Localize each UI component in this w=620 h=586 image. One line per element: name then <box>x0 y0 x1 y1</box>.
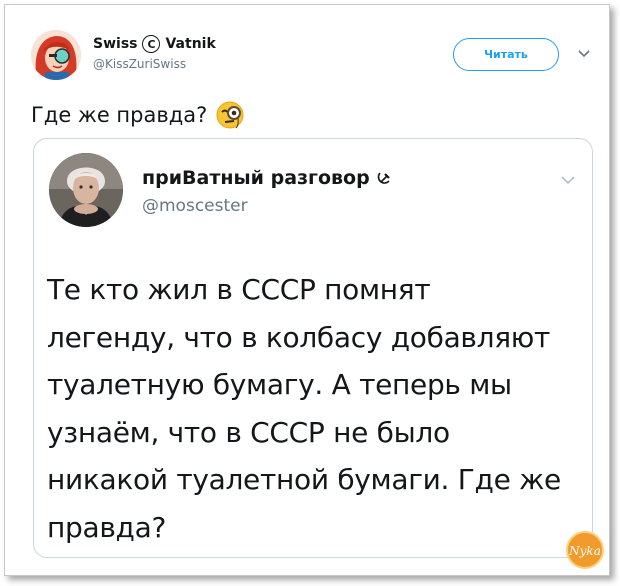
face-with-monocle-icon <box>216 101 244 129</box>
user-avatar[interactable] <box>31 30 81 80</box>
display-name[interactable]: Swiss C Vatnik <box>93 35 216 53</box>
text-line: никакой туалетной бумаги. Где же <box>47 463 561 496</box>
tweet-text: Где же правда? <box>31 100 245 130</box>
text-line: туалетную бумагу. А теперь мы <box>47 368 512 401</box>
quoted-user-avatar[interactable] <box>49 153 123 227</box>
quoted-user-handle[interactable]: @moscester <box>142 196 248 216</box>
copyright-icon-letter: C <box>147 37 156 51</box>
copyright-icon: C <box>142 35 161 53</box>
follow-button[interactable]: Читать <box>453 38 559 71</box>
text-line: правда? <box>47 510 167 544</box>
quoted-display-name-text: приВатный разговор <box>142 167 370 189</box>
svg-text:Nyka: Nyka <box>568 544 601 558</box>
text-line: Те кто жил в СССР помнят <box>47 273 431 306</box>
tweet-text-content: Где же правда? <box>31 103 208 127</box>
display-name-right: Vatnik <box>165 36 216 52</box>
quoted-tweet-text: Те кто жил в СССР помнят легенду, что в … <box>47 266 577 551</box>
avatar-illustration <box>31 30 81 80</box>
quoted-display-name[interactable]: приВатный разговор <box>142 167 392 189</box>
watermark-logo: Nyka <box>566 531 604 569</box>
text-line: легенду, что в колбасу добавляют <box>47 320 551 354</box>
display-name-left: Swiss <box>93 36 138 52</box>
text-line: узнаём, что в СССР не было <box>47 415 450 449</box>
hammer-and-sickle-icon <box>377 172 390 184</box>
tweet-screenshot-frame: Swiss C Vatnik @KissZuriSwiss Читать Где… <box>4 4 610 576</box>
chevron-down-icon[interactable] <box>577 49 591 59</box>
user-handle[interactable]: @KissZuriSwiss <box>93 57 186 71</box>
avatar-photo <box>49 153 123 227</box>
chevron-down-icon[interactable] <box>560 175 576 185</box>
quoted-tweet-card[interactable]: приВатный разговор @moscester Те кто жил… <box>33 138 593 558</box>
